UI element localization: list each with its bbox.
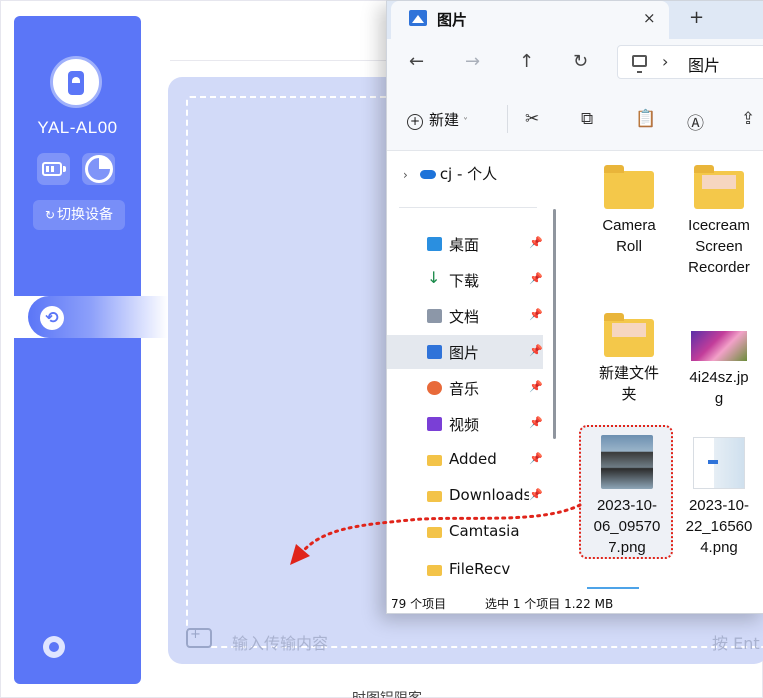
- sidebar-lower: [14, 338, 141, 684]
- address-bar[interactable]: › 图片 ›: [617, 45, 763, 79]
- file-item-new-folder[interactable]: 新建文件夹: [583, 313, 675, 405]
- add-file-icon[interactable]: [186, 627, 212, 648]
- send-hint: 按 Ent: [712, 634, 760, 653]
- pin-icon: 📌: [529, 380, 543, 393]
- transfer-icon[interactable]: ⟲: [40, 306, 64, 330]
- nav-item-pictures[interactable]: 图片 📌: [387, 335, 543, 369]
- nav-item-downloads[interactable]: ↓ 下载 📌: [387, 263, 543, 297]
- command-bar: + 新建 ˅ ✂ ⧉ 📋 Ⓐ ⇪: [387, 87, 763, 151]
- pie-chart-icon: [85, 155, 113, 183]
- pin-icon: 📌: [529, 452, 543, 465]
- cloud-icon: [419, 170, 436, 179]
- refresh-icon: ↻: [44, 208, 56, 222]
- settings-icon[interactable]: [43, 636, 65, 658]
- nav-item-added[interactable]: Added 📌: [387, 443, 543, 477]
- desktop-icon: [427, 237, 442, 251]
- file-item-2023-10-22[interactable]: 2023-10- 22_16560 4.png: [673, 437, 763, 558]
- music-icon: [427, 381, 442, 395]
- device-avatar: [50, 56, 102, 108]
- nav-item-videos[interactable]: 视频 📌: [387, 407, 543, 441]
- folder-icon: [604, 313, 654, 357]
- nav-item-desktop[interactable]: 桌面 📌: [387, 227, 543, 261]
- nav-item-camtasia[interactable]: Camtasia: [387, 515, 543, 549]
- device-name: YAL-AL00: [37, 118, 118, 137]
- breadcrumb-pictures[interactable]: 图片: [688, 52, 720, 76]
- pictures-icon: [409, 10, 427, 26]
- nav-item-documents[interactable]: 文档 📌: [387, 299, 543, 333]
- onedrive-label: cj - 个人: [439, 165, 498, 183]
- rename-icon[interactable]: Ⓐ: [687, 109, 704, 134]
- file-item-icecream[interactable]: Icecream Screen Recorder: [673, 165, 763, 278]
- pin-icon: 📌: [529, 272, 543, 285]
- folder-icon: [427, 527, 442, 538]
- breadcrumb-separator: ›: [662, 52, 669, 71]
- image-thumbnail: [691, 331, 747, 361]
- file-explorer-window: 图片 × + ← → ↑ ↻ › 图片 › + 新建˅ ✂ ⧉ 📋 Ⓐ ⇪ › cj…: [386, 0, 763, 614]
- pin-icon: 📌: [529, 416, 543, 429]
- file-item-camera-roll[interactable]: Camera Roll: [583, 165, 675, 257]
- tab-title: 图片: [437, 11, 468, 29]
- monitor-icon: [632, 55, 647, 73]
- new-label: 新建: [429, 111, 460, 129]
- battery-icon: [42, 162, 62, 176]
- folder-icon: [694, 165, 744, 209]
- back-button[interactable]: ←: [409, 51, 424, 72]
- up-button[interactable]: ↑: [519, 51, 534, 72]
- refresh-button[interactable]: ↻: [573, 51, 588, 72]
- status-bar: 79 个项目 选中 1 个项目 1.22 MB: [387, 589, 763, 613]
- transfer-input[interactable]: 输入传输内容: [232, 630, 328, 654]
- plus-icon: +: [407, 114, 423, 130]
- paste-icon[interactable]: 📋: [635, 109, 656, 129]
- pictures-icon: [427, 345, 442, 359]
- forward-button[interactable]: →: [465, 51, 480, 72]
- tab-pictures[interactable]: 图片 ×: [391, 1, 669, 39]
- folder-icon: [427, 455, 442, 466]
- video-icon: [427, 417, 442, 431]
- navigation-bar: ← → ↑ ↻ › 图片 ›: [387, 39, 763, 87]
- pin-icon: 📌: [529, 236, 543, 249]
- navigation-pane: › cj - 个人 桌面 📌 ↓ 下载 📌 文档 📌 图片 📌 音乐 📌 视频 …: [387, 151, 556, 589]
- switch-device-button[interactable]: ↻ 切换设备: [33, 200, 125, 230]
- folder-icon: [427, 491, 442, 502]
- switch-device-label: 切换设备: [57, 207, 114, 223]
- download-icon: ↓: [427, 268, 441, 287]
- image-thumbnail: [693, 437, 745, 489]
- chevron-down-icon: ˅: [463, 117, 469, 128]
- pin-icon: 📌: [529, 488, 543, 501]
- android-phone-icon: [68, 71, 84, 95]
- tab-bar: 图片 × +: [387, 1, 763, 39]
- folder-icon: [604, 165, 654, 209]
- battery-button[interactable]: [37, 153, 70, 185]
- chevron-right-icon: ›: [403, 168, 408, 182]
- nav-item-downloads-folder[interactable]: Downloads 📌: [387, 479, 543, 513]
- nav-item-music[interactable]: 音乐 📌: [387, 371, 543, 405]
- file-item-4i24sz[interactable]: 4i24sz.jp g: [673, 331, 763, 409]
- scrollbar[interactable]: [553, 209, 556, 439]
- selection-info: 选中 1 个项目 1.22 MB: [485, 597, 614, 611]
- cut-icon[interactable]: ✂: [525, 109, 539, 129]
- storage-button[interactable]: [82, 153, 115, 185]
- file-item-2023-10-06[interactable]: 2023-10- 06_09570 7.png: [581, 435, 673, 558]
- nav-onedrive[interactable]: › cj - 个人: [403, 163, 497, 184]
- copy-icon[interactable]: ⧉: [581, 109, 593, 129]
- image-thumbnail: [601, 435, 653, 489]
- nav-item-filerecv[interactable]: FileRecv: [387, 553, 543, 587]
- share-icon[interactable]: ⇪: [741, 109, 755, 129]
- folder-icon: [427, 565, 442, 576]
- close-icon[interactable]: ×: [643, 9, 656, 27]
- pin-icon: 📌: [529, 344, 543, 357]
- document-icon: [427, 309, 442, 323]
- new-button[interactable]: + 新建 ˅: [407, 109, 468, 130]
- pin-icon: 📌: [529, 308, 543, 321]
- bottom-label: 时图铝限客: [352, 688, 422, 698]
- item-count: 79 个项目: [391, 597, 447, 611]
- new-tab-button[interactable]: +: [689, 7, 704, 28]
